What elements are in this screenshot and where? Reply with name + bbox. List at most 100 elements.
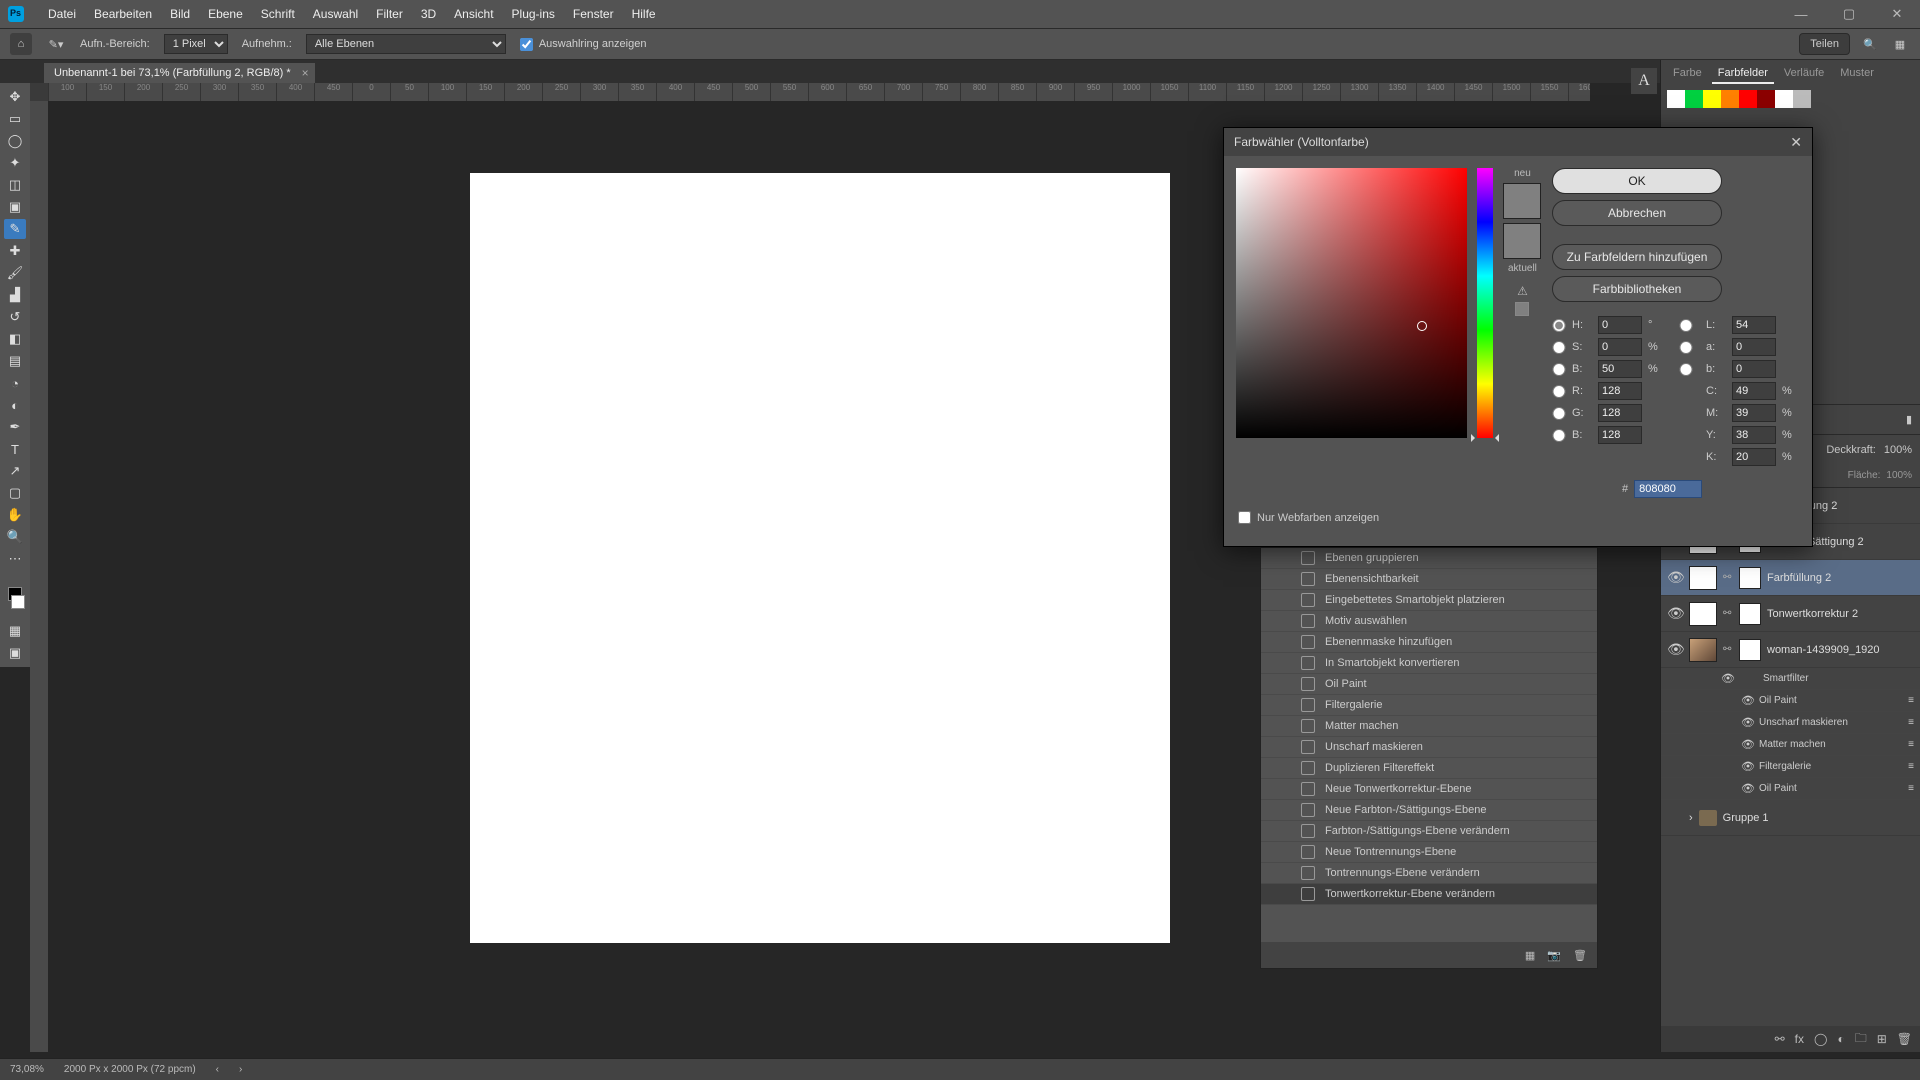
bv-radio[interactable] (1552, 363, 1566, 376)
history-step[interactable]: Ebenenmaske hinzufügen (1261, 632, 1597, 653)
a-radio[interactable] (1672, 341, 1700, 354)
history-brush-tool-icon[interactable]: ↺ (4, 307, 26, 327)
b-radio[interactable] (1552, 429, 1566, 442)
visibility-icon[interactable]: 👁 (1741, 694, 1751, 707)
cancel-button[interactable]: Abbrechen (1552, 200, 1722, 226)
history-step[interactable]: Ebenensichtbarkeit (1261, 569, 1597, 590)
eraser-tool-icon[interactable]: ◧ (4, 329, 26, 349)
filter-toggle-icon[interactable]: ▮ (1906, 413, 1912, 426)
swatch[interactable] (1703, 90, 1721, 108)
camera-icon[interactable]: 📷 (1547, 949, 1561, 962)
window-maximize-icon[interactable]: ▢ (1826, 0, 1872, 28)
visibility-icon[interactable]: 👁 (1721, 672, 1731, 685)
menu-auswahl[interactable]: Auswahl (313, 7, 358, 21)
swatch-row[interactable] (1661, 84, 1920, 114)
dialog-titlebar[interactable]: Farbwähler (Volltonfarbe) ✕ (1224, 128, 1812, 156)
l-input[interactable] (1732, 316, 1776, 334)
layer-mask-thumb[interactable] (1739, 567, 1761, 589)
filter-settings-icon[interactable]: ≡ (1908, 717, 1914, 728)
layer-row[interactable]: 👁⚯Farbfüllung 2 (1661, 560, 1920, 596)
history-step[interactable]: Filtergalerie (1261, 695, 1597, 716)
ruler-horizontal[interactable]: 1001502002503003504004500501001502002503… (48, 83, 1590, 101)
status-chevron-right-icon[interactable]: › (239, 1064, 242, 1075)
history-step[interactable]: Eingebettetes Smartobjekt platzieren (1261, 590, 1597, 611)
menu-plugins[interactable]: Plug-ins (512, 7, 555, 21)
status-chevron-left-icon[interactable]: ‹ (216, 1064, 219, 1075)
web-colors-only-input[interactable] (1238, 511, 1251, 524)
menu-hilfe[interactable]: Hilfe (632, 7, 656, 21)
hue-slider-handle-icon[interactable] (1471, 434, 1499, 442)
character-panel-icon[interactable]: A (1631, 68, 1657, 94)
move-tool-icon[interactable]: ✥ (4, 87, 26, 107)
websafe-swatch[interactable] (1515, 302, 1529, 316)
history-step[interactable]: Duplizieren Filtereffekt (1261, 758, 1597, 779)
visibility-icon[interactable]: 👁 (1741, 716, 1751, 729)
add-to-swatches-button[interactable]: Zu Farbfeldern hinzufügen (1552, 244, 1722, 270)
layer-name[interactable]: Farbfüllung 2 (1767, 572, 1914, 584)
filter-settings-icon[interactable]: ≡ (1908, 761, 1914, 772)
crop-tool-icon[interactable]: ◫ (4, 175, 26, 195)
sample-size-select[interactable]: 1 Pixel (164, 34, 228, 54)
brush-tool-icon[interactable]: 🖌 (4, 263, 26, 283)
background-color-swatch[interactable] (11, 595, 25, 609)
zoom-tool-icon[interactable]: 🔍 (4, 527, 26, 547)
swatch[interactable] (1793, 90, 1811, 108)
filter-settings-icon[interactable]: ≡ (1908, 739, 1914, 750)
dialog-close-icon[interactable]: ✕ (1790, 134, 1802, 151)
color-libraries-button[interactable]: Farbbibliotheken (1552, 276, 1722, 302)
menu-bild[interactable]: Bild (170, 7, 190, 21)
h-radio[interactable] (1552, 319, 1566, 332)
a-input[interactable] (1732, 338, 1776, 356)
status-zoom[interactable]: 73,08% (10, 1064, 44, 1075)
menu-schrift[interactable]: Schrift (261, 7, 295, 21)
r-radio[interactable] (1552, 385, 1566, 398)
menu-3d[interactable]: 3D (421, 7, 436, 21)
history-step[interactable]: Neue Farbton-/Sättigungs-Ebene (1261, 800, 1597, 821)
history-step[interactable]: Neue Tontrennungs-Ebene (1261, 842, 1597, 863)
menu-ansicht[interactable]: Ansicht (454, 7, 493, 21)
swatch[interactable] (1721, 90, 1739, 108)
s-radio[interactable] (1552, 341, 1566, 354)
home-button-icon[interactable]: ⌂ (10, 33, 32, 55)
layer-name[interactable]: woman-1439909_1920 (1767, 644, 1914, 656)
search-icon[interactable]: 🔍 (1860, 34, 1880, 54)
group-name[interactable]: Gruppe 1 (1723, 812, 1914, 824)
new-snapshot-icon[interactable]: ▦ (1525, 949, 1535, 962)
swatch[interactable] (1739, 90, 1757, 108)
heal-tool-icon[interactable]: ✚ (4, 241, 26, 261)
path-tool-icon[interactable]: ↗ (4, 461, 26, 481)
visibility-icon[interactable]: 👁 (1667, 569, 1683, 586)
layer-mask-thumb[interactable] (1739, 603, 1761, 625)
bv-input[interactable] (1598, 360, 1642, 378)
hex-input[interactable] (1634, 480, 1702, 498)
ok-button[interactable]: OK (1552, 168, 1722, 194)
smartfilter-item[interactable]: 👁Oil Paint≡ (1661, 690, 1920, 712)
visibility-icon[interactable]: 👁 (1741, 760, 1751, 773)
layer-mask-thumb[interactable] (1739, 639, 1761, 661)
ruler-vertical[interactable] (30, 101, 48, 1052)
filter-mask-thumb[interactable] (1739, 671, 1755, 687)
show-ring-checkbox[interactable]: Auswahlring anzeigen (520, 38, 647, 51)
menu-filter[interactable]: Filter (376, 7, 403, 21)
g-input[interactable] (1598, 404, 1642, 422)
smartfilter-item[interactable]: 👁Oil Paint≡ (1661, 778, 1920, 800)
type-tool-icon[interactable]: T (4, 439, 26, 459)
web-colors-only-checkbox[interactable]: Nur Webfarben anzeigen (1238, 511, 1379, 524)
smartfilter-item[interactable]: 👁Matter machen≡ (1661, 734, 1920, 756)
history-step[interactable]: Unscharf maskieren (1261, 737, 1597, 758)
swatch[interactable] (1757, 90, 1775, 108)
pen-tool-icon[interactable]: ✒ (4, 417, 26, 437)
history-step[interactable]: Motiv auswählen (1261, 611, 1597, 632)
tab-muster[interactable]: Muster (1834, 64, 1880, 84)
marquee-tool-icon[interactable]: ▭ (4, 109, 26, 129)
delete-layer-icon[interactable]: 🗑 (1897, 1032, 1912, 1046)
history-step[interactable]: Tonwertkorrektur-Ebene verändern (1261, 884, 1597, 905)
ruler-origin[interactable] (30, 83, 48, 101)
eyedropper-tool-icon[interactable]: ✎ (4, 219, 26, 239)
close-tab-icon[interactable]: × (302, 66, 309, 80)
document-tab[interactable]: Unbenannt-1 bei 73,1% (Farbfüllung 2, RG… (44, 63, 315, 83)
filter-settings-icon[interactable]: ≡ (1908, 695, 1914, 706)
history-step[interactable]: Tontrennungs-Ebene verändern (1261, 863, 1597, 884)
visibility-icon[interactable]: 👁 (1667, 641, 1683, 658)
layer-row[interactable]: 👁⚯Tonwertkorrektur 2 (1661, 596, 1920, 632)
